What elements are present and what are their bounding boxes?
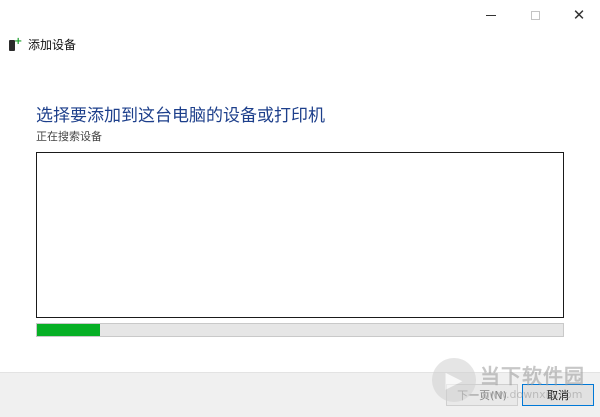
minimize-icon — [486, 14, 496, 16]
close-button[interactable]: ✕ — [562, 4, 596, 26]
wizard-header: + 添加设备 — [8, 36, 76, 53]
next-button[interactable]: 下一页(N) — [446, 384, 518, 406]
search-status: 正在搜索设备 — [36, 130, 102, 143]
add-device-window: ✕ + 添加设备 选择要添加到这台电脑的设备或打印机 正在搜索设备 下一页(N)… — [0, 0, 600, 417]
wizard-title: 添加设备 — [28, 38, 77, 52]
maximize-icon — [530, 10, 540, 20]
maximize-button[interactable] — [518, 4, 552, 26]
add-device-icon: + — [8, 36, 22, 53]
close-icon: ✕ — [572, 5, 586, 24]
search-progress-bar — [36, 323, 564, 337]
cancel-button[interactable]: 取消 — [522, 384, 594, 406]
minimize-button[interactable] — [474, 4, 508, 26]
progress-fill — [37, 324, 101, 336]
device-list[interactable] — [36, 152, 564, 318]
footer-bar: 下一页(N) 取消 — [0, 372, 600, 417]
page-heading: 选择要添加到这台电脑的设备或打印机 — [36, 106, 325, 126]
